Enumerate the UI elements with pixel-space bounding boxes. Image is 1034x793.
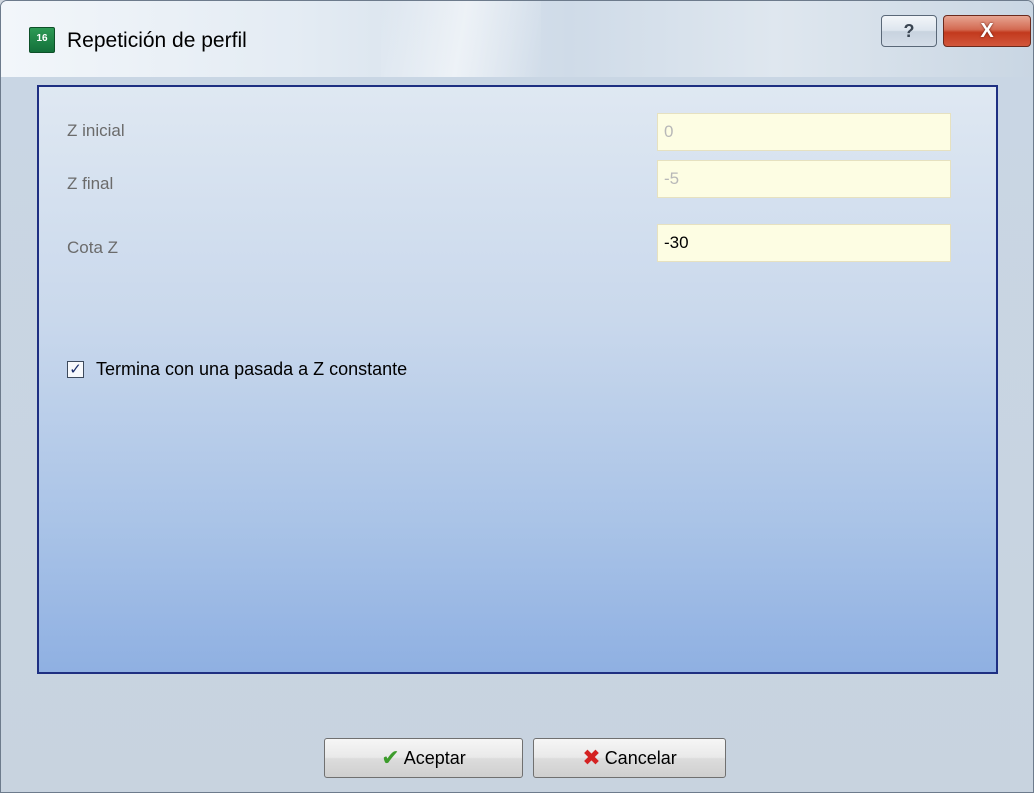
cancel-button-label: Cancelar (604, 747, 677, 768)
z-inicial-label: Z inicial (67, 121, 125, 140)
x-icon: ✖ (582, 745, 601, 770)
close-icon: X (980, 19, 994, 42)
accept-button-label: Aceptar (403, 747, 466, 768)
checkmark-icon: ✓ (69, 361, 82, 378)
cota-z-field[interactable] (657, 224, 951, 262)
constant-z-checkbox-label[interactable]: Termina con una pasada a Z constante (96, 359, 407, 380)
constant-z-option[interactable]: ✓ Termina con una pasada a Z constante (67, 359, 407, 380)
help-icon: ? (903, 20, 915, 41)
dialog-window: 16 Repetición de perfil ? X Z inicial Z … (0, 0, 1034, 793)
constant-z-checkbox[interactable]: ✓ (67, 361, 84, 378)
app-icon: 16 (29, 27, 55, 53)
window-title: Repetición de perfil (67, 29, 247, 52)
title-bar[interactable]: 16 Repetición de perfil (1, 1, 1033, 77)
close-button[interactable]: X (943, 15, 1031, 47)
z-final-label: Z final (67, 174, 114, 193)
cancel-button[interactable]: ✖ Cancelar (533, 738, 726, 778)
parameters-panel: Z inicial Z final Cota Z ✓ Termina con u… (37, 85, 998, 674)
accept-button[interactable]: ✔ Aceptar (324, 738, 523, 778)
z-inicial-field (657, 113, 951, 151)
cota-z-label: Cota Z (67, 238, 119, 257)
help-button[interactable]: ? (881, 15, 937, 47)
check-icon: ✔ (381, 745, 400, 770)
z-final-field (657, 160, 951, 198)
